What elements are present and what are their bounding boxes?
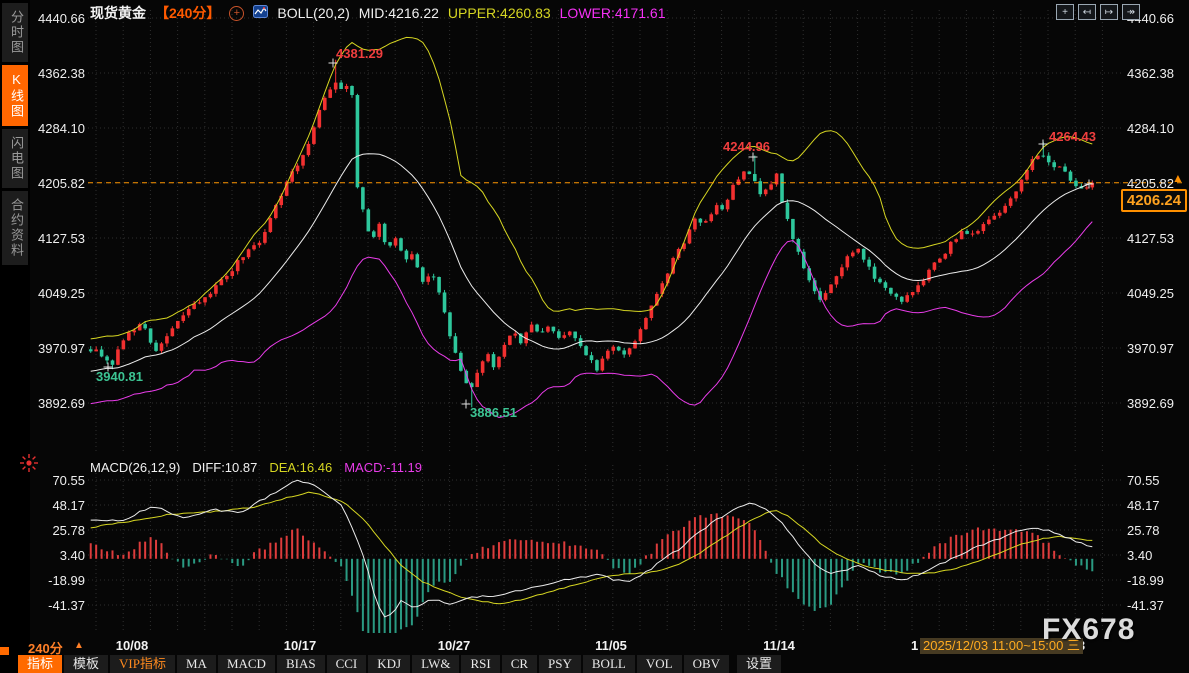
annotation-low-3940: 3940.81 — [96, 369, 143, 384]
main-chart-canvas[interactable] — [0, 0, 1189, 673]
macd-axis-label-left: 3.40 — [33, 548, 85, 563]
left-sidebar: 分时图 K线图 闪电图 合约资料 — [0, 0, 30, 673]
date-label-partial: 1 — [911, 638, 918, 653]
boll-lower-value: LOWER:4171.61 — [560, 5, 666, 21]
macd-axis-label-left: 70.55 — [33, 473, 85, 488]
trading-app-window: 分时图 K线图 闪电图 合约资料 现货黄金 【240分】 + BOLL(20,2… — [0, 0, 1189, 673]
price-axis-label-left: 4127.53 — [33, 231, 85, 246]
chart-header: 现货黄金 【240分】 + BOLL(20,2) MID:4216.22 UPP… — [90, 3, 665, 23]
period-label[interactable]: 【240分】 — [155, 3, 220, 23]
annotation-high-4244: 4244.96 — [723, 139, 770, 154]
toolbar-btn-psy[interactable]: PSY — [539, 655, 581, 673]
price-axis-label-right: 4049.25 — [1127, 286, 1179, 301]
toolbar-btn-lw[interactable]: LW& — [412, 655, 459, 673]
toolbar-btn-boll[interactable]: BOLL — [583, 655, 635, 673]
boll-indicator-label: BOLL(20,2) — [277, 5, 349, 21]
annotation-high-4264: 4264.43 — [1049, 129, 1096, 144]
price-axis-label-left: 4440.66 — [33, 11, 85, 26]
chart-type-icon[interactable] — [253, 5, 268, 21]
circle-plus-icon[interactable]: + — [229, 6, 244, 21]
price-axis-label-right: 4127.53 — [1127, 231, 1179, 246]
price-axis-label-left: 3892.69 — [33, 396, 85, 411]
shift-right-icon[interactable]: ↦ — [1100, 4, 1118, 20]
date-label: 10/17 — [284, 638, 317, 653]
toolbar-btn-cci[interactable]: CCI — [327, 655, 367, 673]
price-axis-label-left: 4362.38 — [33, 66, 85, 81]
sidebar-tab-kline[interactable]: K线图 — [2, 65, 28, 126]
price-axis-label-right: 3892.69 — [1127, 396, 1179, 411]
macd-header: MACD(26,12,9) DIFF:10.87 DEA:16.46 MACD:… — [90, 460, 422, 475]
toolbar-btn-rsi[interactable]: RSI — [461, 655, 499, 673]
boll-mid-value: MID:4216.22 — [359, 5, 439, 21]
price-axis-label-right: 3970.97 — [1127, 341, 1179, 356]
period-up-arrow-icon: ▲ — [74, 640, 84, 651]
price-axis-label-right: 4362.38 — [1127, 66, 1179, 81]
price-axis-label-right: 4284.10 — [1127, 121, 1179, 136]
price-axis-label-left: 4049.25 — [33, 286, 85, 301]
macd-title: MACD(26,12,9) — [90, 460, 180, 475]
toolbar-btn-macd[interactable]: MACD — [218, 655, 275, 673]
macd-axis-label-left: 48.17 — [33, 498, 85, 513]
price-axis-label-left: 3970.97 — [33, 341, 85, 356]
toolbar-btn-indicator[interactable]: 指标 — [18, 655, 62, 673]
zoom-reset-icon[interactable]: ↠ — [1122, 4, 1140, 20]
date-label: 11/05 — [595, 638, 627, 653]
annotation-low-3886: 3886.51 — [470, 405, 517, 420]
macd-axis-label-right: 3.40 — [1127, 548, 1179, 563]
macd-axis-label-right: -18.99 — [1127, 573, 1179, 588]
macd-axis-label-left: -41.37 — [33, 598, 85, 613]
toolbar-btn-kdj[interactable]: KDJ — [368, 655, 410, 673]
macd-axis-label-right: -41.37 — [1127, 598, 1179, 613]
date-label: 10/27 — [438, 638, 471, 653]
shift-left-icon[interactable]: ↤ — [1078, 4, 1096, 20]
toolbar-btn-cr[interactable]: CR — [502, 655, 537, 673]
sidebar-tab-timeshare[interactable]: 分时图 — [2, 3, 28, 62]
price-up-arrow-icon: ▲ — [1172, 171, 1184, 185]
date-label: 10/08 — [116, 638, 149, 653]
boll-upper-value: UPPER:4260.83 — [448, 5, 551, 21]
toolbar-btn-ma[interactable]: MA — [177, 655, 216, 673]
toolbar-btn-template[interactable]: 模板 — [64, 655, 108, 673]
sidebar-tab-lightning[interactable]: 闪电图 — [2, 129, 28, 188]
sidebar-tab-contract-info[interactable]: 合约资料 — [2, 191, 28, 265]
chart-toolbar-icons: + ↤ ↦ ↠ — [1056, 4, 1140, 20]
pan-icon[interactable]: + — [1056, 4, 1074, 20]
instrument-name: 现货黄金 — [90, 3, 146, 23]
indicator-toolbar: 指标 模板 VIP指标 MA MACD BIAS CCI KDJ LW& RSI… — [18, 655, 781, 673]
toolbar-btn-settings[interactable]: 设置 — [737, 655, 781, 673]
macd-axis-label-left: 25.78 — [33, 523, 85, 538]
macd-macd-value: MACD:-11.19 — [344, 460, 422, 475]
date-label: 11/14 — [763, 638, 795, 653]
toolbar-btn-bias[interactable]: BIAS — [277, 655, 325, 673]
current-price-tag: 4206.24 — [1121, 189, 1187, 212]
toolbar-btn-vip-indicator[interactable]: VIP指标 — [110, 655, 175, 673]
price-axis-label-left: 4284.10 — [33, 121, 85, 136]
macd-axis-label-right: 25.78 — [1127, 523, 1179, 538]
macd-dea-value: DEA:16.46 — [269, 460, 332, 475]
macd-axis-label-right: 48.17 — [1127, 498, 1179, 513]
toolbar-btn-obv[interactable]: OBV — [684, 655, 729, 673]
price-axis-label-left: 4205.82 — [33, 176, 85, 191]
macd-axis-label-left: -18.99 — [33, 573, 85, 588]
alert-blink-icon[interactable] — [19, 453, 39, 478]
annotation-high-4381: 4381.29 — [336, 46, 383, 61]
scroll-left-handle[interactable] — [0, 647, 9, 655]
fx678-watermark: FX678 — [1042, 613, 1135, 647]
macd-axis-label-right: 70.55 — [1127, 473, 1179, 488]
macd-diff-value: DIFF:10.87 — [192, 460, 257, 475]
toolbar-btn-vol[interactable]: VOL — [637, 655, 682, 673]
